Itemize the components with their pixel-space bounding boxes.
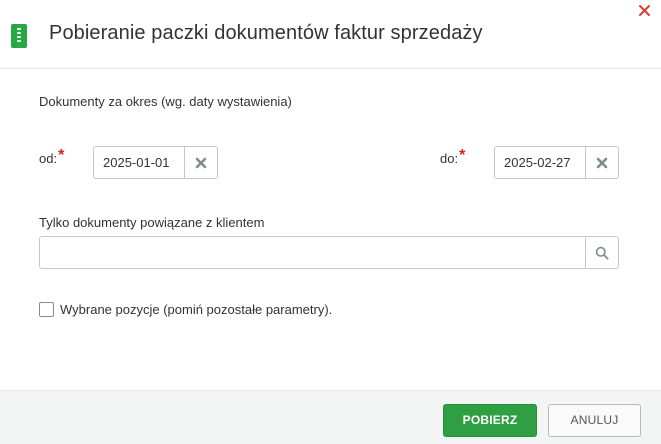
date-to-field[interactable]: 2025-02-27 [494, 146, 619, 179]
selected-only-option: Wybrane pozycje (pomiń pozostałe paramet… [39, 300, 332, 318]
clear-icon [195, 157, 207, 168]
required-mark: * [58, 147, 65, 164]
cancel-button[interactable]: ANULUJ [548, 404, 641, 437]
period-label: Dokumenty za okres (wg. daty wystawienia… [39, 94, 292, 109]
date-from-label: od:* [39, 147, 65, 166]
client-field [39, 236, 619, 269]
client-search-button[interactable] [585, 237, 618, 268]
client-input[interactable] [40, 237, 585, 268]
dialog-title: Pobieranie paczki dokumentów faktur sprz… [49, 22, 483, 44]
client-label: Tylko dokumenty powiązane z klientem [39, 215, 265, 230]
selected-only-label[interactable]: Wybrane pozycje (pomiń pozostałe paramet… [60, 302, 332, 317]
dialog-footer: POBIERZ ANULUJ [0, 390, 661, 444]
clear-icon [596, 157, 608, 168]
date-from-value[interactable]: 2025-01-01 [94, 147, 184, 178]
clear-date-from-button[interactable] [184, 147, 217, 178]
date-to-value[interactable]: 2025-02-27 [495, 147, 585, 178]
download-invoices-dialog: Pobieranie paczki dokumentów faktur sprz… [0, 0, 661, 444]
date-to-label: do:* [440, 147, 466, 166]
search-icon [595, 246, 609, 259]
dialog-header: Pobieranie paczki dokumentów faktur sprz… [0, 0, 661, 69]
clear-date-to-button[interactable] [585, 147, 618, 178]
download-button[interactable]: POBIERZ [443, 404, 537, 437]
required-mark: * [459, 147, 466, 164]
document-icon [11, 24, 27, 48]
date-from-field[interactable]: 2025-01-01 [93, 146, 218, 179]
selected-only-checkbox[interactable] [39, 301, 54, 317]
close-icon[interactable] [636, 2, 654, 20]
